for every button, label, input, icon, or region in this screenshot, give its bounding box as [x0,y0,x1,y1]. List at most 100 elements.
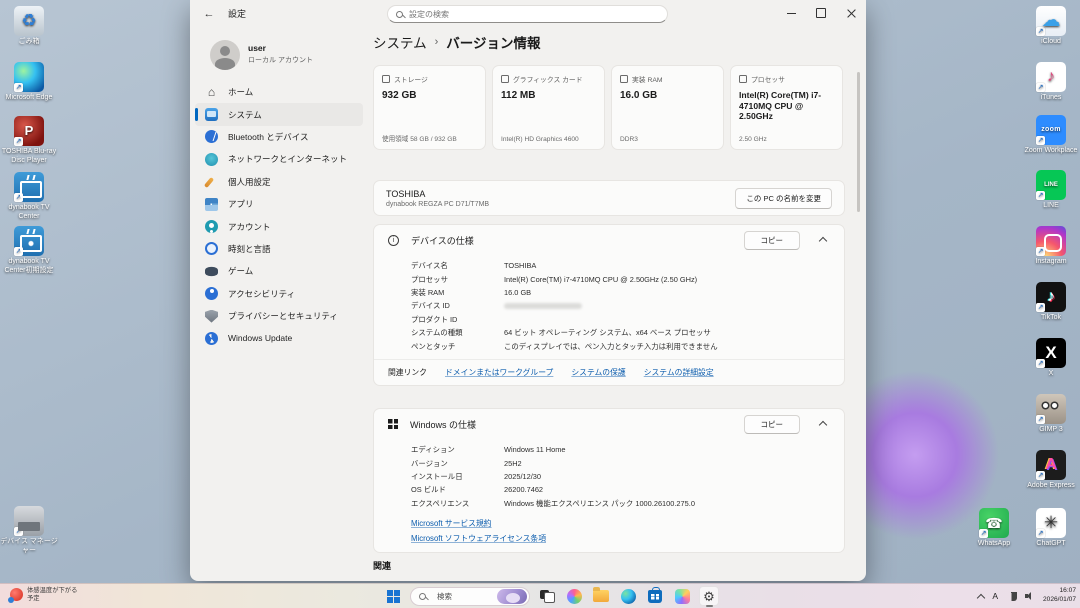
task-view-button[interactable] [537,586,557,606]
desktop-icon-itunes[interactable]: iTunes [1022,62,1080,103]
tray-overflow-chevron-icon[interactable] [977,593,985,601]
related-links-row: 関連リンク ドメインまたはワークグループ システムの保護 システムの詳細設定 [374,359,844,385]
sidebar-item-gaming[interactable]: ゲーム [195,260,363,282]
task-view-icon [540,590,555,603]
breadcrumb-system[interactable]: システム [373,32,427,52]
spec-row: OS ビルド26200.7462 [411,483,844,496]
sidebar-item-system[interactable]: システム [195,103,363,125]
processor-value: Intel(R) Core(TM) i7-4710MQ CPU @ 2.50GH… [739,90,834,122]
desktop-icon-recycle-bin[interactable]: ごみ箱 [0,6,58,47]
card-graphics: グラフィックス カード 112 MB Intel(R) HD Graphics … [492,65,605,150]
spec-row: エクスペリエンスWindows 機能エクスペリエンス パック 1000.2610… [411,497,844,510]
photos-button[interactable] [672,586,692,606]
close-button[interactable] [836,0,866,26]
desktop-icon-label: WhatsApp [965,540,1023,549]
spec-row: プロセッサIntel(R) Core(TM) i7-4710MQ CPU @ 2… [411,272,844,285]
desktop-icon-label: GIMP 3 [1022,426,1080,435]
clock[interactable]: 16:07 2026/01/07 [1043,587,1076,604]
weather-widget[interactable]: 体感温度が下がる 予定 [6,586,81,604]
windows-specs-copy-button[interactable]: コピー [744,415,801,434]
edge-icon [14,62,44,92]
start-button[interactable] [383,586,403,606]
rename-pc-button[interactable]: この PC の名前を変更 [735,188,832,209]
search-highlight-image [497,589,527,604]
device-specs-header[interactable]: デバイスの仕様 コピー [374,225,844,255]
ime-indicator[interactable]: A [992,591,998,601]
related-section-heading: 関連 [373,559,391,572]
edge-button[interactable] [618,586,638,606]
desktop-icon-zoom[interactable]: Zoom Workplace [1022,115,1080,156]
chevron-up-icon[interactable] [819,237,827,245]
icloud-icon [1036,6,1066,36]
file-explorer-button[interactable] [591,586,611,606]
update-icon [205,332,218,345]
desktop-icon-label: X [1022,370,1080,379]
settings-search-input[interactable] [409,10,659,19]
desktop-icon-dynabook-tv-center[interactable]: dynabook TV Center [0,172,58,222]
copilot-button[interactable] [564,586,584,606]
scrollbar[interactable] [857,72,860,212]
page-title: バージョン情報 [446,32,540,52]
shortcut-arrow-icon [1036,191,1045,200]
network-icon[interactable] [1006,592,1017,601]
link-ms-services-agreement[interactable]: Microsoft サービス規約 [411,518,844,529]
desktop-icon-instagram[interactable]: Instagram [1022,226,1080,267]
shield-icon [205,310,218,323]
desktop-icon-x[interactable]: X [1022,338,1080,379]
desktop-icon-label: dynabook TV Center [0,204,58,222]
edge-icon [621,589,636,604]
desktop-icon-adobe-express[interactable]: Adobe Express [1022,450,1080,491]
sidebar-item-network-internet[interactable]: ネットワークとインターネット [195,148,363,170]
search-icon [419,593,426,600]
breadcrumb-separator: › [435,36,439,48]
sidebar-item-apps[interactable]: アプリ [195,193,363,215]
spec-row-device-id: デバイス ID [411,299,844,312]
desktop-icon-edge[interactable]: Microsoft Edge [0,62,58,103]
settings-taskbar-button[interactable] [699,586,719,606]
device-specs-copy-button[interactable]: コピー [744,231,801,250]
info-icon [388,235,399,246]
whatsapp-icon [979,508,1009,538]
chevron-up-icon[interactable] [819,421,827,429]
ram-sub: DDR3 [620,136,638,143]
link-system-protection[interactable]: システムの保護 [571,367,625,378]
folder-icon [593,590,609,602]
desktop-icon-device-manager[interactable]: デバイス マネージャー [0,506,58,556]
shortcut-arrow-icon [1036,303,1045,312]
link-advanced-system-settings[interactable]: システムの詳細設定 [644,367,714,378]
desktop-icon-gimp[interactable]: GIMP 3 [1022,394,1080,435]
maximize-button[interactable] [806,0,836,26]
avatar[interactable] [210,40,240,70]
spec-row: バージョン25H2 [411,456,844,469]
network-icon [205,153,218,166]
desktop-icon-line[interactable]: LINE [1022,170,1080,211]
desktop-icon-tiktok[interactable]: TikTok [1022,282,1080,323]
taskbar-search[interactable]: 検索 [410,587,530,606]
back-button[interactable] [198,4,220,24]
sidebar-item-accessibility[interactable]: アクセシビリティ [195,283,363,305]
desktop-icon-dynabook-tv-setup[interactable]: dynabook TV Center初期設定 [0,226,58,276]
link-domain-workgroup[interactable]: ドメインまたはワークグループ [445,367,553,378]
taskbar: 体感温度が下がる 予定 検索 A 16:07 [0,583,1080,608]
minimize-button[interactable] [776,0,806,26]
desktop-icon-chatgpt[interactable]: ChatGPT [1022,508,1080,549]
link-ms-software-license[interactable]: Microsoft ソフトウェアライセンス条項 [411,533,844,544]
volume-icon[interactable] [1025,592,1035,601]
sidebar-item-accounts[interactable]: アカウント [195,215,363,237]
sidebar-item-privacy-security[interactable]: プライバシーとセキュリティ [195,305,363,327]
settings-search-box[interactable] [387,5,668,23]
sidebar-item-home[interactable]: ホーム [195,81,363,103]
sidebar-item-windows-update[interactable]: Windows Update [195,327,363,349]
desktop-icon-icloud[interactable]: iCloud [1022,6,1080,47]
recycle-bin-icon [14,6,44,36]
desktop-icon-label: Instagram [1022,258,1080,267]
sidebar-item-personalization[interactable]: 個人用設定 [195,171,363,193]
redacted-device-id [504,303,582,309]
windows-specs-header[interactable]: Windows の仕様 コピー [374,409,844,439]
desktop-icon-toshiba-bluray[interactable]: TOSHIBA Blu-ray Disc Player [0,116,58,166]
sidebar-item-time-language[interactable]: 時刻と言語 [195,238,363,260]
sidebar-item-bluetooth-devices[interactable]: Bluetooth とデバイス [195,126,363,148]
microsoft-store-button[interactable] [645,586,665,606]
spec-row: デバイス名TOSHIBA [411,259,844,272]
shortcut-arrow-icon [14,137,23,146]
